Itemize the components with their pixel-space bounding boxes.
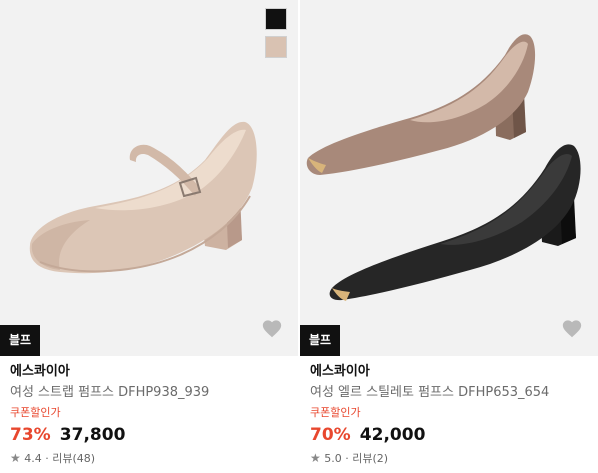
product-info: 에스콰이아 여성 스트랩 펌프스 DFHP938_939 쿠폰할인가 73% 3… — [10, 362, 295, 467]
color-swatch-black[interactable] — [265, 8, 287, 30]
coupon-label: 쿠폰할인가 — [10, 406, 61, 419]
promo-badge: 블프 — [300, 325, 341, 356]
product-name[interactable]: 여성 엘르 스틸레토 펌프스 DFHP653_654 — [310, 383, 595, 405]
product-image[interactable]: 블프 — [300, 0, 598, 356]
promo-badge: 블프 — [0, 325, 41, 356]
color-swatch-beige[interactable] — [265, 36, 287, 58]
heart-icon[interactable] — [561, 318, 583, 340]
shoe-image-stiletto-pumps — [306, 34, 581, 301]
rating-row: ★ 5.0 · 리뷰(2) — [310, 450, 595, 467]
product-image[interactable]: 블프 — [0, 0, 298, 356]
sale-price: 37,800 — [59, 425, 126, 445]
product-brand[interactable]: 에스콰이아 — [310, 362, 595, 383]
star-icon: ★ — [10, 451, 21, 465]
product-card[interactable]: 블프 에스콰이아 여성 스트랩 펌프스 DFHP938_939 쿠폰할인가 73… — [0, 0, 298, 473]
product-name[interactable]: 여성 스트랩 펌프스 DFHP938_939 — [10, 383, 295, 405]
rating-value: 4.4 — [24, 452, 42, 465]
price-row: 73% 37,800 — [10, 422, 295, 450]
discount-rate: 70% — [310, 425, 351, 445]
rating-separator: · — [45, 452, 49, 465]
product-card[interactable]: 블프 에스콰이아 여성 엘르 스틸레토 펌프스 DFHP653_654 쿠폰할인… — [300, 0, 598, 473]
star-icon: ★ — [310, 451, 321, 465]
color-swatches — [265, 8, 287, 64]
shoe-image-beige-strap-pump — [29, 121, 257, 274]
product-info: 에스콰이아 여성 엘르 스틸레토 펌프스 DFHP653_654 쿠폰할인가 7… — [310, 362, 595, 467]
discount-rate: 73% — [10, 425, 51, 445]
sale-price: 42,000 — [359, 425, 426, 445]
rating-separator: · — [345, 452, 349, 465]
coupon-label: 쿠폰할인가 — [310, 406, 361, 419]
product-brand[interactable]: 에스콰이아 — [10, 362, 295, 383]
rating-value: 5.0 — [324, 452, 342, 465]
price-row: 70% 42,000 — [310, 422, 595, 450]
review-count[interactable]: 리뷰(48) — [52, 452, 95, 465]
rating-row: ★ 4.4 · 리뷰(48) — [10, 450, 295, 467]
review-count[interactable]: 리뷰(2) — [352, 452, 388, 465]
heart-icon[interactable] — [261, 318, 283, 340]
